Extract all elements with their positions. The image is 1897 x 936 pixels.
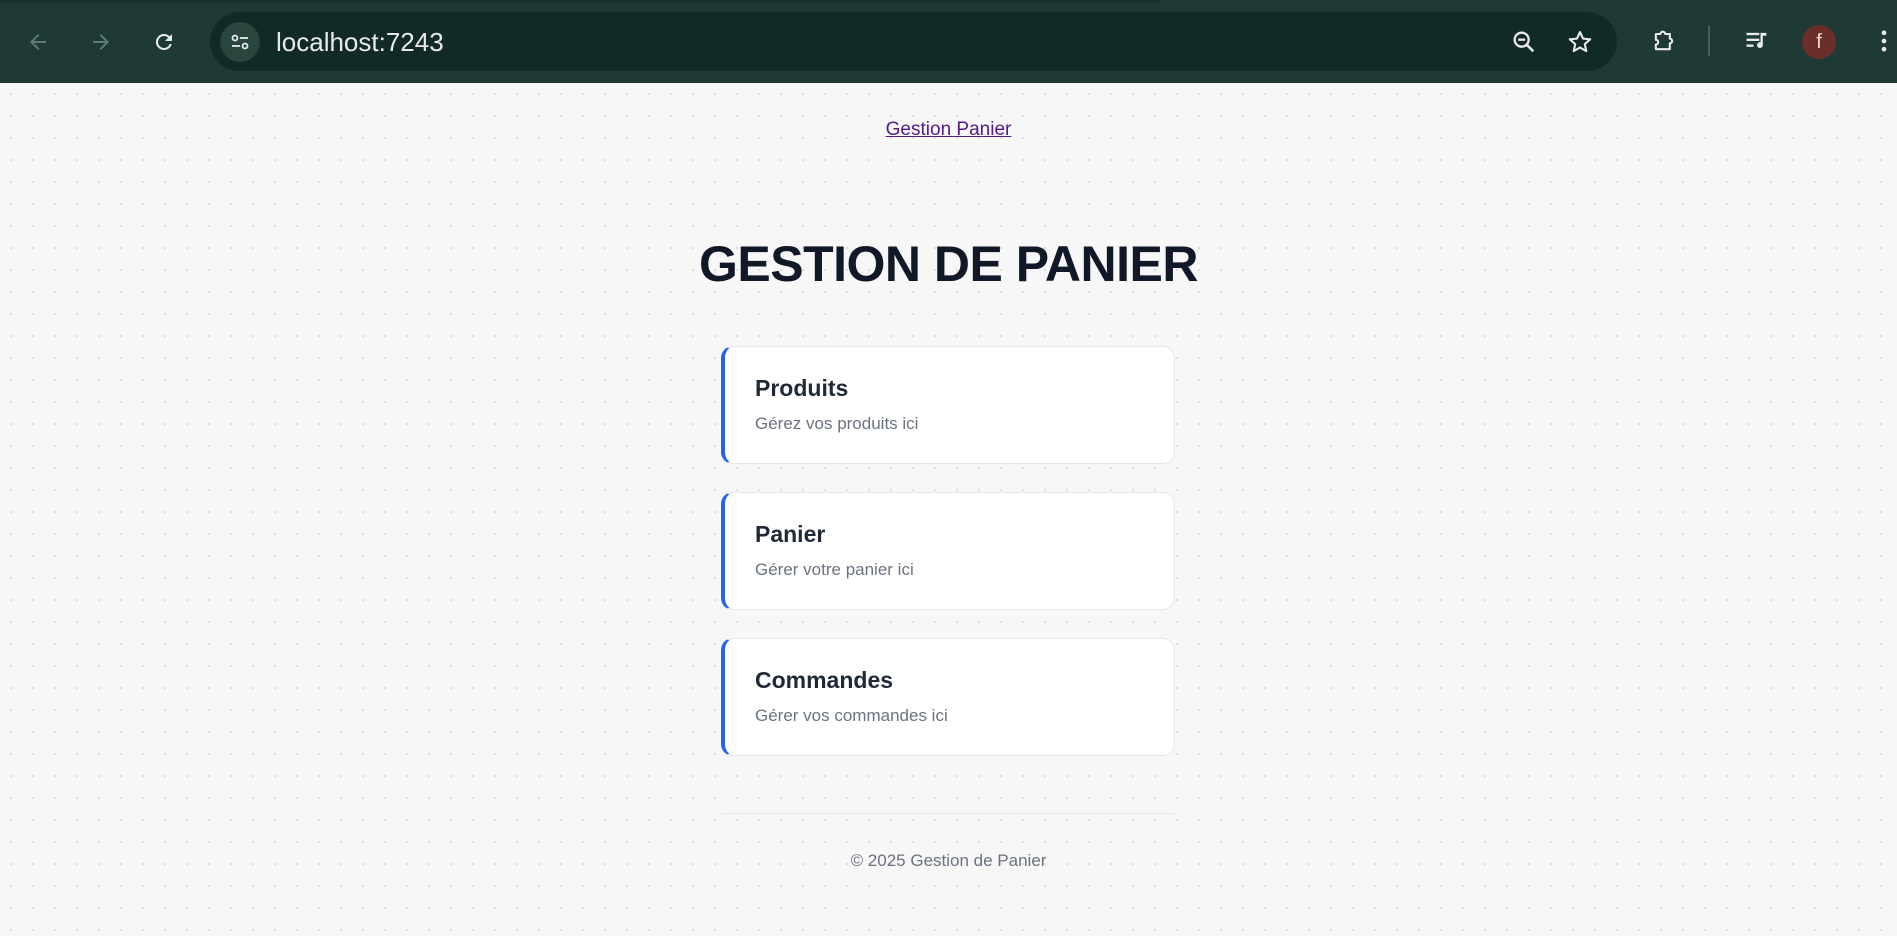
- media-controls-button[interactable]: [1737, 21, 1777, 61]
- address-bar[interactable]: localhost:7243: [210, 12, 1617, 71]
- browser-toolbar: localhost:7243 f: [0, 0, 1897, 83]
- card-commandes[interactable]: Commandes Gérer vos commandes ici: [721, 638, 1175, 756]
- site-info-button[interactable]: [220, 22, 260, 62]
- arrow-right-icon: [93, 34, 109, 50]
- footer-divider: [721, 813, 1175, 814]
- url-text[interactable]: localhost:7243: [276, 26, 444, 58]
- tab-strip-edge: [0, 0, 1160, 3]
- card-produits[interactable]: Produits Gérez vos produits ici: [721, 346, 1175, 464]
- profile-avatar[interactable]: f: [1802, 25, 1836, 59]
- bookmark-button[interactable]: [1562, 24, 1598, 60]
- card-description: Gérer votre panier ici: [755, 560, 914, 579]
- card-title: Commandes: [755, 667, 894, 693]
- top-nav: Gestion Panier: [0, 119, 1897, 141]
- zoom-out-icon: [1513, 31, 1535, 53]
- forward-button[interactable]: [81, 22, 121, 62]
- playlist-icon: [1746, 32, 1767, 48]
- card-description: Gérer vos commandes ici: [755, 706, 948, 725]
- kebab-menu-icon: [1881, 30, 1887, 52]
- back-button[interactable]: [18, 22, 58, 62]
- card-title: Panier: [755, 521, 826, 547]
- extensions-button[interactable]: [1644, 21, 1684, 61]
- card-panier[interactable]: Panier Gérer votre panier ici: [721, 492, 1175, 610]
- card-description: Gérez vos produits ici: [755, 414, 919, 433]
- star-icon: [1568, 31, 1592, 53]
- home-link[interactable]: Gestion Panier: [886, 119, 1012, 140]
- browser-menu-button[interactable]: [1864, 21, 1897, 61]
- reload-button[interactable]: [144, 22, 184, 62]
- footer-text: © 2025 Gestion de Panier: [850, 851, 1047, 870]
- card-title: Produits: [755, 375, 849, 401]
- toolbar-separator: [1708, 26, 1710, 56]
- zoom-button[interactable]: [1506, 24, 1542, 60]
- reload-icon: [155, 33, 172, 50]
- page-content: Gestion Panier GESTION DE PANIER Produit…: [0, 83, 1897, 936]
- arrow-left-icon: [30, 34, 46, 50]
- tune-icon: [231, 34, 249, 50]
- puzzle-icon: [1654, 30, 1674, 51]
- page-title: GESTION DE PANIER: [699, 236, 1198, 292]
